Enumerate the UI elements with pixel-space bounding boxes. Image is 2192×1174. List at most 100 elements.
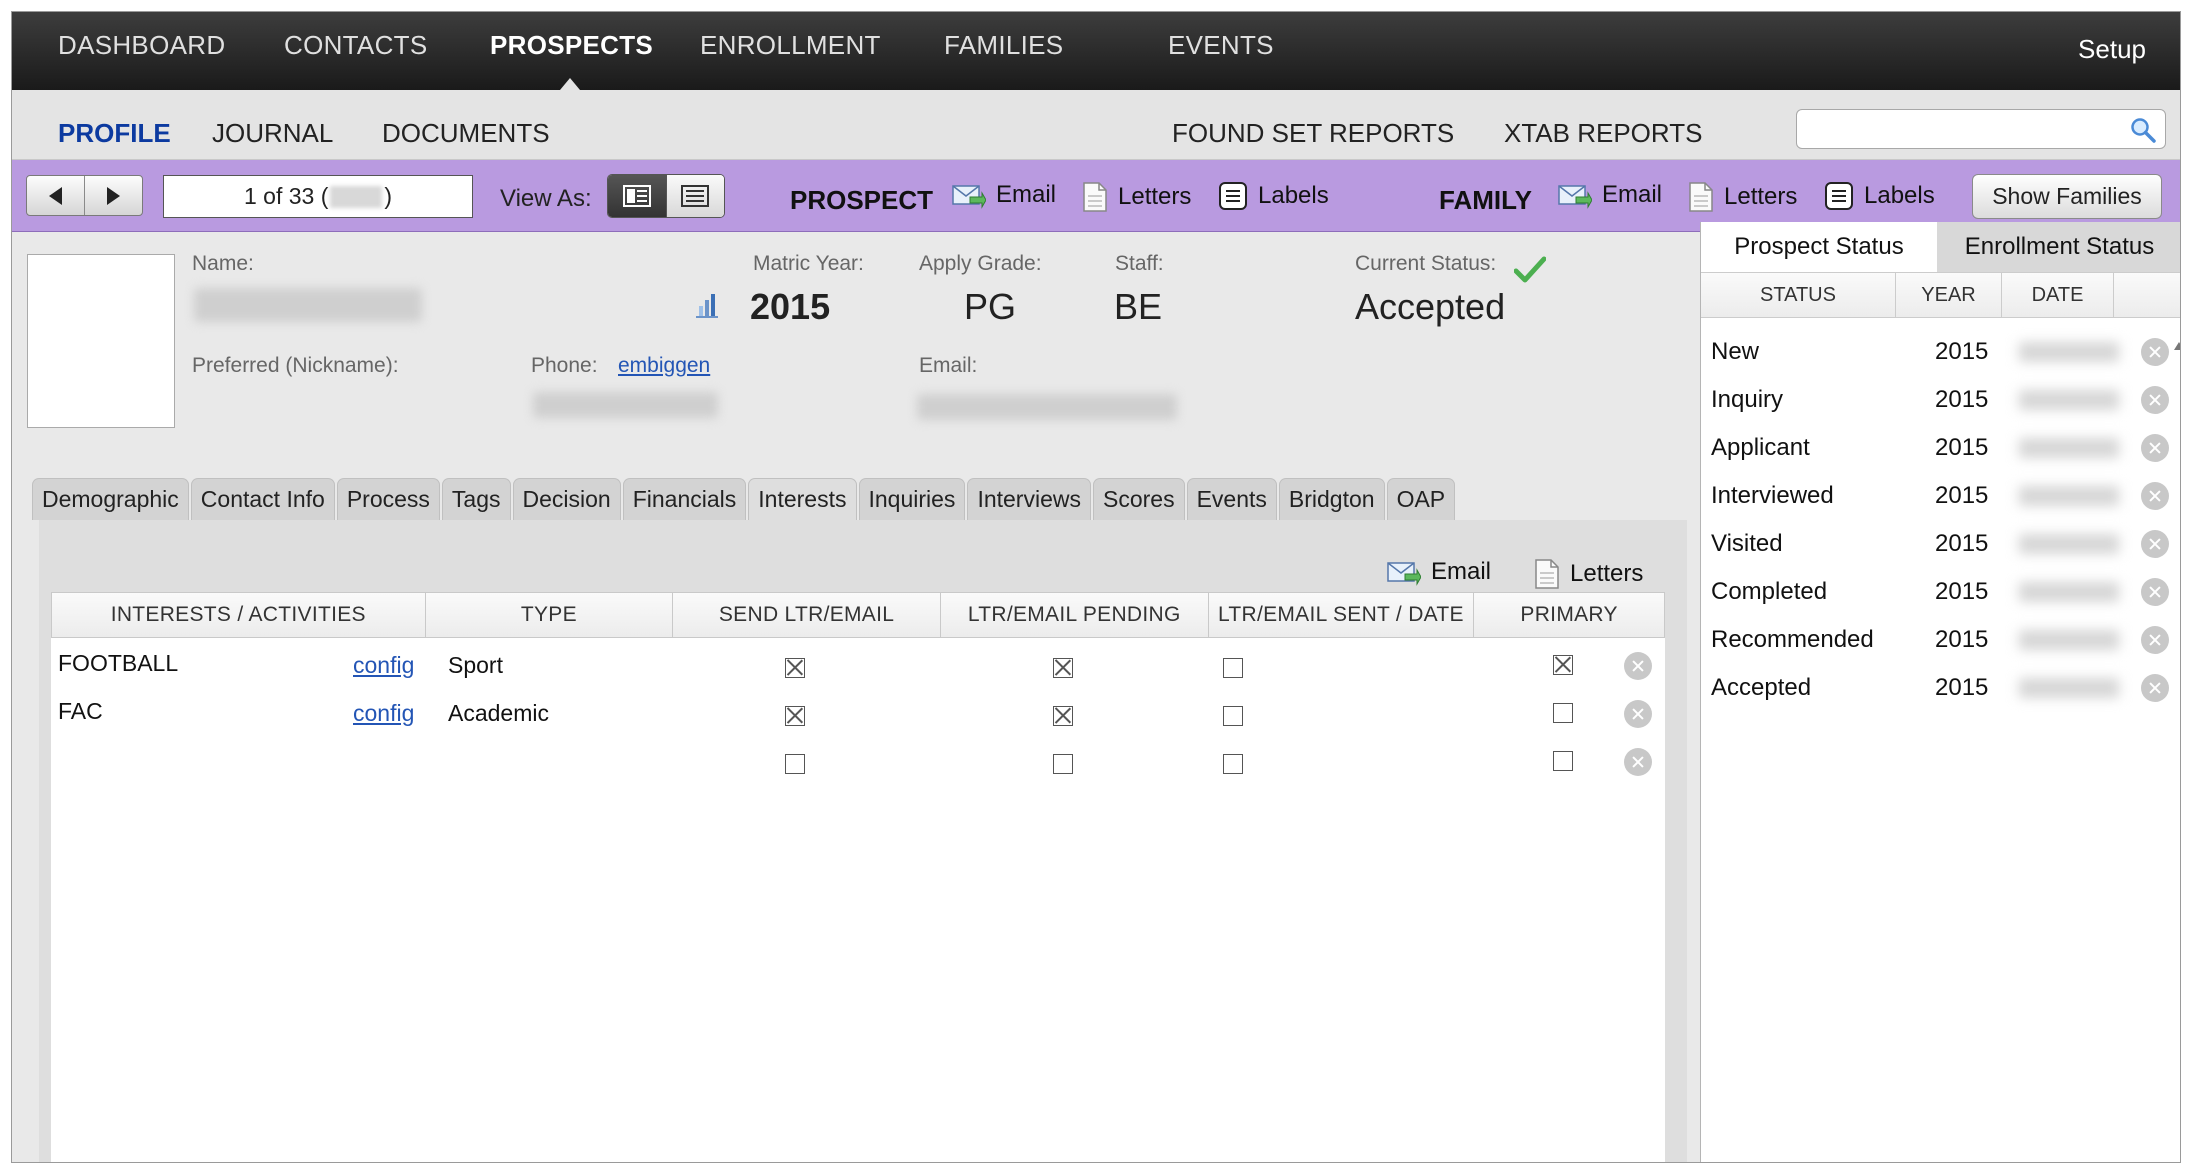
- prospect-actions-title: PROSPECT: [790, 185, 934, 215]
- status-panel: Prospect Status Enrollment Status STATUS…: [1700, 222, 2180, 1162]
- tab-tags[interactable]: Tags: [441, 478, 511, 520]
- view-as-label: View As:: [500, 185, 592, 212]
- status-name: New: [1711, 338, 1760, 365]
- profile-photo[interactable]: [27, 254, 175, 428]
- status-year: 2015: [1935, 386, 1989, 413]
- scroll-up-arrow-icon[interactable]: [2174, 342, 2180, 350]
- nav-dashboard[interactable]: DASHBOARD: [58, 30, 225, 61]
- phone-embiggen-link[interactable]: embiggen: [618, 354, 710, 378]
- previous-record-button[interactable]: [27, 176, 84, 215]
- subnav-profile[interactable]: PROFILE: [58, 118, 171, 149]
- delete-row-button[interactable]: [1624, 652, 1652, 680]
- status-year: 2015: [1935, 626, 1989, 653]
- nav-enrollment[interactable]: ENROLLMENT: [700, 30, 881, 61]
- tab-demographic[interactable]: Demographic: [32, 478, 189, 520]
- delete-status-button[interactable]: [2141, 530, 2169, 558]
- nav-families[interactable]: FAMILIES: [944, 30, 1063, 61]
- subnav-journal[interactable]: JOURNAL: [212, 118, 333, 149]
- tab-financials[interactable]: Financials: [622, 478, 747, 520]
- interests-email-button[interactable]: Email: [1387, 558, 1491, 586]
- status-name: Applicant: [1711, 434, 1810, 461]
- list-view-button[interactable]: [665, 175, 724, 217]
- matric-year-label: Matric Year:: [753, 252, 864, 275]
- tab-decision[interactable]: Decision: [512, 478, 621, 520]
- delete-status-button[interactable]: [2141, 338, 2169, 366]
- status-year: 2015: [1935, 530, 1989, 557]
- status-year: 2015: [1935, 578, 1989, 605]
- tab-prospect-status[interactable]: Prospect Status: [1701, 222, 1937, 272]
- status-row: Recommended 2015: [1701, 616, 2180, 664]
- sent-checkbox[interactable]: [1223, 706, 1243, 726]
- primary-checkbox[interactable]: [1553, 751, 1573, 771]
- tab-contact-info[interactable]: Contact Info: [190, 478, 335, 520]
- pending-checkbox[interactable]: [1053, 754, 1073, 774]
- tab-inquiries[interactable]: Inquiries: [858, 478, 966, 520]
- delete-status-button[interactable]: [2141, 386, 2169, 414]
- show-families-button[interactable]: Show Families: [1972, 174, 2162, 219]
- sent-checkbox[interactable]: [1223, 754, 1243, 774]
- delete-status-button[interactable]: [2141, 674, 2169, 702]
- interests-letters-button[interactable]: Letters: [1534, 558, 1643, 590]
- nav-prospects[interactable]: PROSPECTS: [490, 30, 653, 61]
- interests-letters-label: Letters: [1570, 560, 1644, 587]
- subnav-documents[interactable]: DOCUMENTS: [382, 118, 550, 149]
- column-header-year: YEAR: [1896, 273, 2002, 317]
- next-record-button[interactable]: [84, 176, 142, 215]
- family-email-button[interactable]: Email: [1558, 181, 1662, 209]
- status-year: 2015: [1935, 338, 1989, 365]
- delete-status-button[interactable]: [2141, 626, 2169, 654]
- pending-checkbox[interactable]: [1053, 706, 1073, 726]
- family-labels-button[interactable]: Labels: [1824, 181, 1935, 211]
- record-navigation: [26, 175, 143, 216]
- status-year: 2015: [1935, 482, 1989, 509]
- search-icon[interactable]: [2129, 116, 2157, 144]
- column-header-interests: INTERESTS / ACTIVITIES: [52, 593, 426, 637]
- tab-events[interactable]: Events: [1186, 478, 1277, 520]
- status-row: Visited 2015: [1701, 520, 2180, 568]
- delete-status-button[interactable]: [2141, 434, 2169, 462]
- delete-status-button[interactable]: [2141, 578, 2169, 606]
- interests-panel: Email Letters INTERESTS / ACTIVITIES TYP…: [39, 520, 1687, 1162]
- redacted-date: [2019, 534, 2119, 554]
- send-checkbox[interactable]: [785, 706, 805, 726]
- config-link[interactable]: config: [353, 652, 414, 679]
- send-checkbox[interactable]: [785, 658, 805, 678]
- bar-chart-icon[interactable]: [694, 290, 720, 320]
- status-row: Completed 2015: [1701, 568, 2180, 616]
- tab-oap[interactable]: OAP: [1386, 478, 1456, 520]
- send-checkbox[interactable]: [785, 754, 805, 774]
- delete-row-button[interactable]: [1624, 748, 1652, 776]
- primary-checkbox[interactable]: [1553, 655, 1573, 675]
- nav-contacts[interactable]: CONTACTS: [284, 30, 427, 61]
- current-status-value: Accepted: [1355, 286, 1506, 327]
- tab-interests[interactable]: Interests: [748, 478, 857, 520]
- subnav-found-set-reports[interactable]: FOUND SET REPORTS: [1172, 118, 1454, 149]
- tab-enrollment-status[interactable]: Enrollment Status: [1937, 222, 2180, 272]
- pending-checkbox[interactable]: [1053, 658, 1073, 678]
- subnav-xtab-reports[interactable]: XTAB REPORTS: [1504, 118, 1702, 149]
- search-input[interactable]: [1796, 109, 2166, 149]
- nav-events[interactable]: EVENTS: [1168, 30, 1274, 61]
- tab-scores[interactable]: Scores: [1092, 478, 1185, 520]
- form-view-button[interactable]: [608, 175, 666, 217]
- delete-status-button[interactable]: [2141, 482, 2169, 510]
- prospect-letters-button[interactable]: Letters: [1082, 181, 1191, 213]
- primary-checkbox[interactable]: [1553, 703, 1573, 723]
- delete-row-button[interactable]: [1624, 700, 1652, 728]
- tab-bridgton[interactable]: Bridgton: [1278, 478, 1385, 520]
- tab-process[interactable]: Process: [336, 478, 440, 520]
- prospect-email-button[interactable]: Email: [952, 181, 1056, 209]
- setup-link[interactable]: Setup: [2078, 34, 2146, 65]
- prospect-labels-button[interactable]: Labels: [1218, 181, 1329, 211]
- interests-table: INTERESTS / ACTIVITIES TYPE SEND LTR/EMA…: [51, 592, 1665, 1162]
- record-counter[interactable]: 1 of 33 ( ): [163, 175, 473, 218]
- config-link[interactable]: config: [353, 700, 414, 727]
- status-name: Recommended: [1711, 626, 1874, 653]
- sent-checkbox[interactable]: [1223, 658, 1243, 678]
- tab-interviews[interactable]: Interviews: [967, 478, 1091, 520]
- profile-tabs: Demographic Contact Info Process Tags De…: [32, 478, 1457, 520]
- redacted-phone: [533, 392, 718, 418]
- family-letters-button[interactable]: Letters: [1688, 181, 1797, 213]
- table-row: [51, 742, 1665, 790]
- status-row: New 2015: [1701, 328, 2180, 376]
